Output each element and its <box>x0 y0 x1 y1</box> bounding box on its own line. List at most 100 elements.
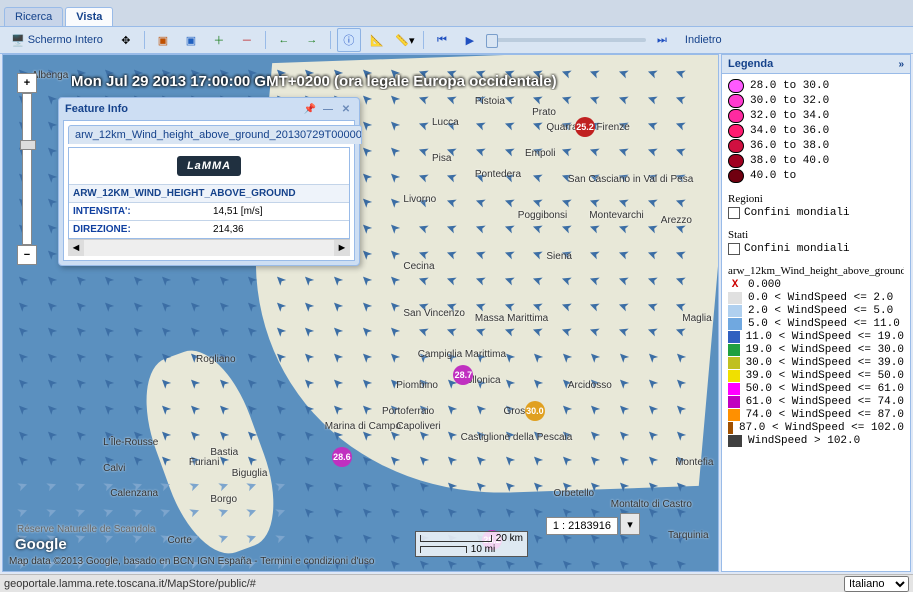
fit-extents-icon[interactable]: ✥ <box>114 28 138 52</box>
wind-arrow: ➤ <box>585 451 604 470</box>
wind-arrow: ➤ <box>42 373 61 392</box>
wind-arrow: ➤ <box>442 425 461 444</box>
wind-arrow: ➤ <box>13 270 32 289</box>
intensita-value: 14,51 [m/s] <box>209 203 349 221</box>
scale-dropdown-icon[interactable]: ▾ <box>620 513 640 535</box>
wind-arrow: ➤ <box>587 141 603 160</box>
minimize-icon[interactable]: — <box>321 102 335 116</box>
nav-next-icon[interactable]: → <box>300 28 324 52</box>
main-area: ➤ ➤ ➤ ➤ ➤ ➤ ➤ ➤ ➤ ➤ ➤ ➤ ➤ ➤ ➤ ➤ ➤ ➤ ➤ ➤ ➤ ➤ ➤ ➤ ➤ ➤ ➤ ➤ ➤ ➤ ➤ ➤ ➤ ➤ ➤ ➤ ➤ ➤ ➤ ➤… <box>0 52 913 574</box>
wind-arrow: ➤ <box>642 451 661 470</box>
wind-arrow: ➤ <box>186 503 202 522</box>
zoom-box-in-icon[interactable]: ▣ <box>151 28 175 52</box>
feature-info-layer-tab[interactable]: arw_12km_Wind_height_above_ground_201307… <box>68 125 362 144</box>
time-slider-handle[interactable] <box>486 34 498 48</box>
zoom-track[interactable] <box>22 93 32 245</box>
wind-arrow: ➤ <box>530 322 546 341</box>
city-tarquinia: Tarquinia <box>668 530 709 541</box>
wind-arrow: ➤ <box>614 425 633 444</box>
wind-arrow: ➤ <box>558 90 574 109</box>
zoom-handle[interactable] <box>20 140 36 150</box>
wind-arrow: ➤ <box>128 451 147 470</box>
language-select[interactable]: ItalianoEnglishFrançaisDeutsch <box>844 576 909 592</box>
temp-bubble-elba[interactable]: 28.6 <box>332 447 352 467</box>
legend-temp-row: 32.0 to 34.0 <box>728 109 904 123</box>
zoom-box-out-icon[interactable]: ▣ <box>179 28 203 52</box>
legend-regioni-title: Regioni <box>728 193 904 205</box>
legend-temp-row: 36.0 to 38.0 <box>728 139 904 153</box>
wind-arrow: ➤ <box>501 245 517 264</box>
wind-arrow: ➤ <box>70 399 89 418</box>
wind-arrow: ➤ <box>642 399 661 418</box>
city-cecina: Cecina <box>403 261 434 272</box>
map-canvas[interactable]: ➤ ➤ ➤ ➤ ➤ ➤ ➤ ➤ ➤ ➤ ➤ ➤ ➤ ➤ ➤ ➤ ➤ ➤ ➤ ➤ ➤ ➤ ➤ ➤ ➤ ➤ ➤ ➤ ➤ ➤ ➤ ➤ ➤ ➤ ➤ ➤ ➤ ➤ ➤ ➤… <box>2 54 719 572</box>
legend-regioni-confini[interactable]: Confini mondiali <box>728 207 904 219</box>
city-pistoia: Pistoia <box>475 96 505 107</box>
scroll-right-icon[interactable]: ► <box>334 240 350 256</box>
wind-arrow: ➤ <box>242 399 261 418</box>
legend-collapse-icon[interactable]: » <box>898 59 904 70</box>
close-icon[interactable]: ✕ <box>339 102 353 116</box>
identify-icon[interactable]: ⓘ <box>337 28 361 52</box>
wind-arrow: ➤ <box>415 270 431 289</box>
wind-arrow: ➤ <box>585 554 604 572</box>
legend-stati-confini[interactable]: Confini mondiali <box>728 243 904 255</box>
wind-arrow: ➤ <box>185 270 204 289</box>
wind-arrow: ➤ <box>72 477 88 496</box>
wind-arrow: ➤ <box>215 503 231 522</box>
wind-arrow: ➤ <box>557 399 576 418</box>
play-last-icon[interactable]: ⏭ <box>650 28 674 52</box>
wind-arrow: ➤ <box>444 193 460 212</box>
city-massam: Massa Marittima <box>475 313 548 324</box>
play-icon[interactable]: ▶ <box>458 28 482 52</box>
wind-arrow: ➤ <box>299 502 318 521</box>
wind-arrow: ➤ <box>215 528 231 547</box>
wind-arrow: ➤ <box>13 425 32 444</box>
measure-icon[interactable]: 📐 <box>365 28 389 52</box>
play-first-icon[interactable]: ⏮ <box>430 28 454 52</box>
pin-icon[interactable]: 📌 <box>303 102 317 116</box>
tab-ricerca[interactable]: Ricerca <box>4 7 63 26</box>
zoom-in-button[interactable]: + <box>17 73 37 93</box>
wind-arrow: ➤ <box>642 477 661 496</box>
wind-arrow: ➤ <box>642 373 661 392</box>
zoom-out-icon[interactable]: － <box>235 28 259 52</box>
wind-arrow: ➤ <box>415 219 431 238</box>
legend-temp-row: 38.0 to 40.0 <box>728 154 904 168</box>
wind-arrow: ➤ <box>128 348 147 367</box>
temp-bubble-grosseto[interactable]: 30.0 <box>525 401 545 421</box>
city-livorno: Livorno <box>403 194 436 205</box>
temp-bubble-prato[interactable]: 25.2 <box>575 117 595 137</box>
scroll-left-icon[interactable]: ◄ <box>68 240 84 256</box>
zoom-in-icon[interactable]: ＋ <box>207 28 231 52</box>
wind-arrow: ➤ <box>587 245 603 264</box>
feature-info-titlebar[interactable]: Feature Info 📌 — ✕ <box>59 98 359 120</box>
wind-arrow: ➤ <box>356 296 375 315</box>
wind-arrow: ➤ <box>242 296 261 315</box>
fullscreen-button[interactable]: 🖥️ Schermo Intero <box>4 28 110 52</box>
wind-arrow: ➤ <box>356 348 375 367</box>
wind-arrow: ➤ <box>414 502 433 521</box>
feature-info-window[interactable]: Feature Info 📌 — ✕ arw_12km_Wind_height_… <box>58 97 360 266</box>
measure-ruler-icon[interactable]: 📏▾ <box>393 28 417 52</box>
indietro-button[interactable]: Indietro <box>678 28 729 52</box>
wind-arrow: ➤ <box>156 373 175 392</box>
wind-arrow: ➤ <box>557 348 576 367</box>
wind-arrow: ➤ <box>156 425 175 444</box>
separator <box>423 31 424 49</box>
city-arcidosso: Arcidosso <box>568 380 612 391</box>
zoom-out-button[interactable]: − <box>17 245 37 265</box>
wind-arrow: ➤ <box>587 90 603 109</box>
wind-arrow: ➤ <box>501 219 517 238</box>
tab-vista[interactable]: Vista <box>65 7 113 26</box>
legend-wind-row: WindSpeed > 102.0 <box>728 435 904 447</box>
legend-body[interactable]: 28.0 to 30.030.0 to 32.032.0 to 34.034.0… <box>722 74 910 571</box>
time-slider[interactable] <box>486 38 646 42</box>
nav-prev-icon[interactable]: ← <box>272 28 296 52</box>
feature-info-hscroll[interactable]: ◄ ► <box>68 239 350 256</box>
wind-arrow: ➤ <box>614 477 633 496</box>
wind-arrow: ➤ <box>15 503 31 522</box>
wind-arrow: ➤ <box>614 399 633 418</box>
temp-bubble-follonica[interactable]: 28.7 <box>453 365 473 385</box>
city-arezzo: Arezzo <box>661 215 692 226</box>
